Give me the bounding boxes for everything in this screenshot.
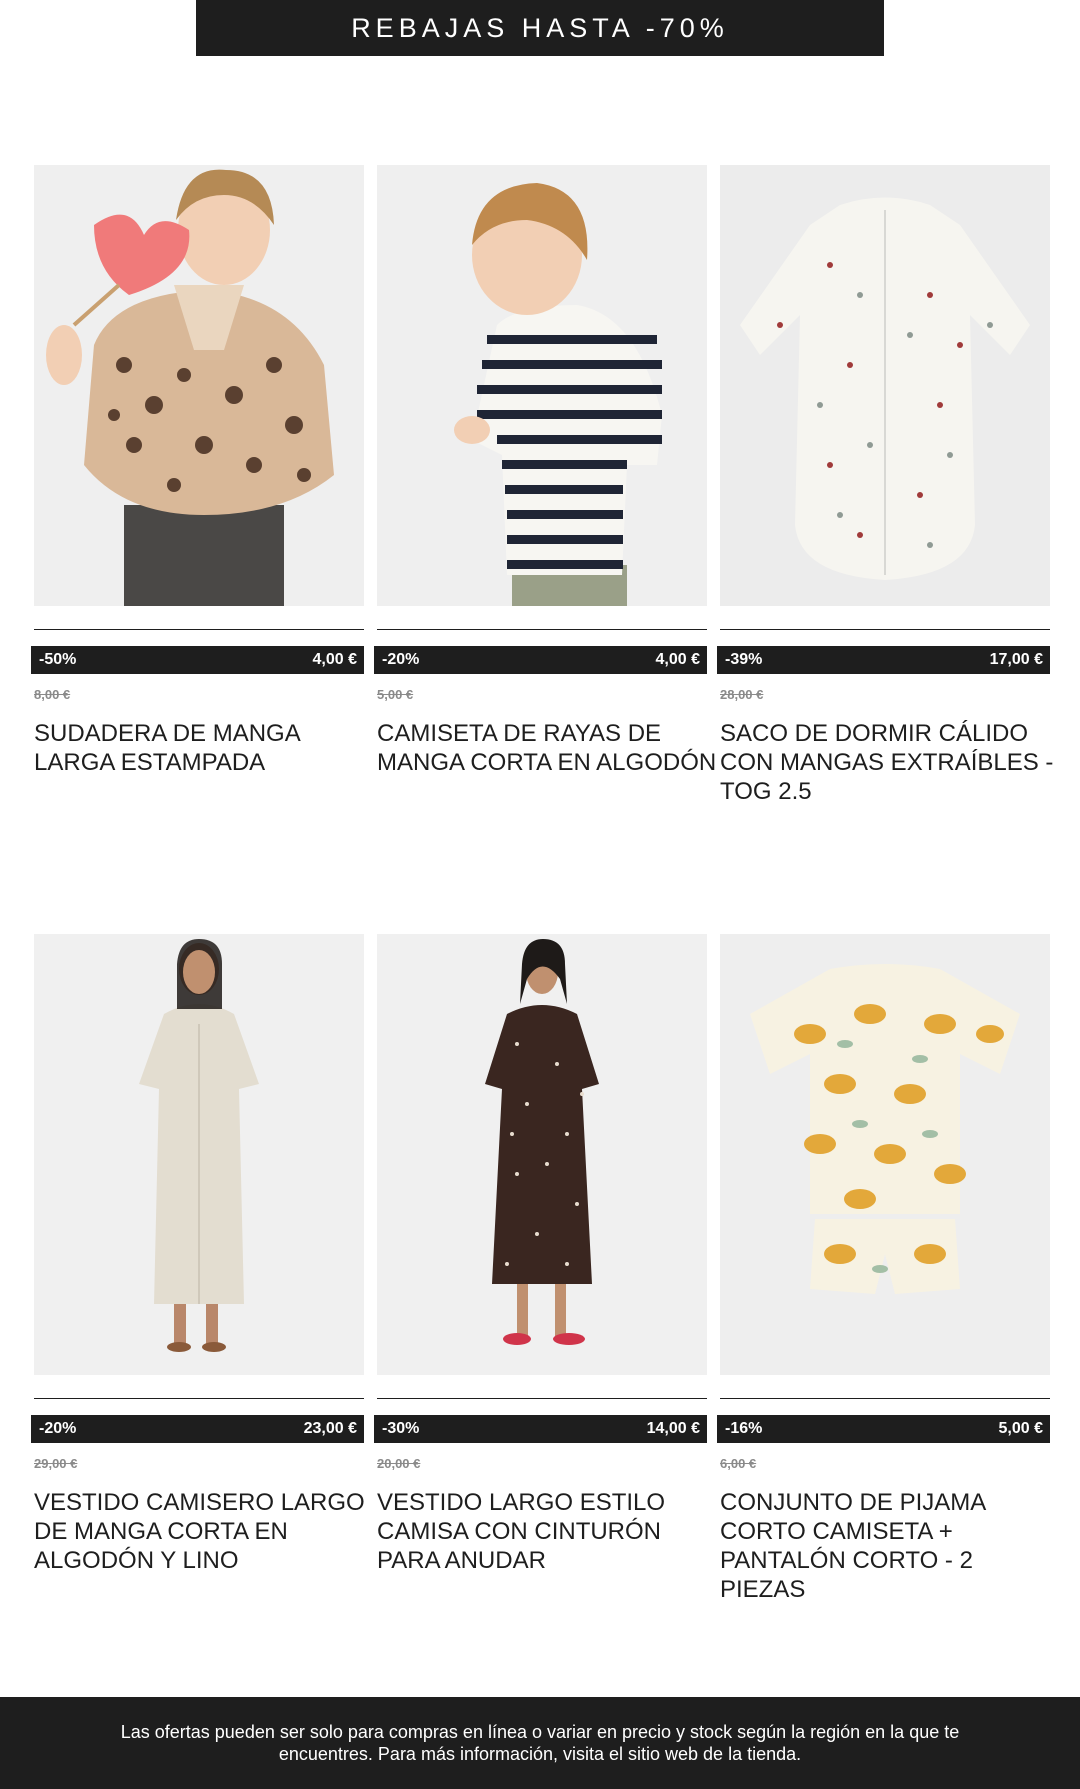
product-image[interactable]	[34, 165, 364, 606]
sale-price: 5,00 €	[998, 1420, 1043, 1437]
sale-banner[interactable]: REBAJAS HASTA -70%	[196, 0, 884, 56]
sale-price: 4,00 €	[655, 651, 700, 668]
baby-sleeping-bag-photo	[720, 165, 1050, 606]
original-price: 6,00 €	[720, 1456, 757, 1471]
divider	[720, 1398, 1050, 1399]
price-bar: -39% 17,00 €	[717, 646, 1050, 674]
divider	[34, 629, 364, 630]
product-name[interactable]: SACO DE DORMIR CÁLIDO CON MANGAS EXTRAÍB…	[720, 719, 1060, 806]
leopard-pyjama-set-photo	[720, 934, 1050, 1375]
sale-price: 17,00 €	[989, 651, 1043, 668]
discount-badge: -16%	[725, 1420, 763, 1437]
girl-leopard-sweatshirt-photo	[34, 165, 364, 606]
product-image[interactable]	[720, 934, 1050, 1375]
original-price: 20,00 €	[377, 1456, 421, 1471]
divider	[34, 1398, 364, 1399]
product-image[interactable]	[34, 934, 364, 1375]
product-name[interactable]: VESTIDO CAMISERO LARGO DE MANGA CORTA EN…	[34, 1488, 374, 1575]
price-bar: -16% 5,00 €	[717, 1415, 1050, 1443]
original-price: 29,00 €	[34, 1456, 78, 1471]
product-name[interactable]: CAMISETA DE RAYAS DE MANGA CORTA EN ALGO…	[377, 719, 717, 777]
price-bar: -30% 14,00 €	[374, 1415, 707, 1443]
original-price: 28,00 €	[720, 687, 764, 702]
product-name[interactable]: SUDADERA DE MANGA LARGA ESTAMPADA	[34, 719, 374, 777]
price-bar: -50% 4,00 €	[31, 646, 364, 674]
divider	[377, 629, 707, 630]
product-image[interactable]	[720, 165, 1050, 606]
price-bar: -20% 23,00 €	[31, 1415, 364, 1443]
product-image[interactable]	[377, 165, 707, 606]
disclaimer-text: Las ofertas pueden ser solo para compras…	[120, 1722, 960, 1764]
brown-dot-dress-photo	[377, 934, 707, 1375]
sale-price: 14,00 €	[646, 1420, 700, 1437]
product-name[interactable]: CONJUNTO DE PIJAMA CORTO CAMISETA + PANT…	[720, 1488, 1060, 1604]
boy-striped-tshirt-photo	[377, 165, 707, 606]
original-price: 8,00 €	[34, 687, 71, 702]
discount-badge: -50%	[39, 651, 77, 668]
product-image[interactable]	[377, 934, 707, 1375]
beige-shirt-dress-photo	[34, 934, 364, 1375]
sale-price: 23,00 €	[303, 1420, 357, 1437]
discount-badge: -20%	[39, 1420, 77, 1437]
discount-badge: -30%	[382, 1420, 420, 1437]
divider	[720, 629, 1050, 630]
price-bar: -20% 4,00 €	[374, 646, 707, 674]
product-name[interactable]: VESTIDO LARGO ESTILO CAMISA CON CINTURÓN…	[377, 1488, 717, 1575]
divider	[377, 1398, 707, 1399]
sale-price: 4,00 €	[312, 651, 357, 668]
discount-badge: -39%	[725, 651, 763, 668]
discount-badge: -20%	[382, 651, 420, 668]
original-price: 5,00 €	[377, 687, 414, 702]
footer-disclaimer: Las ofertas pueden ser solo para compras…	[0, 1697, 1080, 1789]
